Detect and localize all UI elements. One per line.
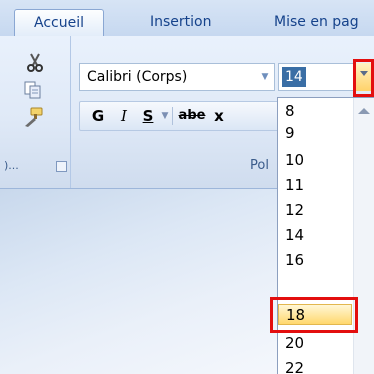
- separator: [172, 107, 173, 125]
- tab-accueil[interactable]: Accueil: [14, 9, 104, 37]
- underline-options-chevron-icon[interactable]: ▼: [160, 102, 170, 130]
- size-option-10[interactable]: 10: [278, 150, 352, 171]
- size-option-22[interactable]: 22: [278, 358, 352, 374]
- document-area: [0, 189, 277, 374]
- italic-button[interactable]: I: [114, 102, 134, 130]
- font-name-combobox[interactable]: Calibri (Corps) ▼: [79, 63, 275, 91]
- size-option-16[interactable]: 16: [278, 250, 352, 271]
- size-option-9[interactable]: 9: [278, 123, 352, 144]
- tab-mise-en-page[interactable]: Mise en pag: [264, 9, 369, 36]
- dialog-launcher-icon[interactable]: [56, 161, 67, 172]
- underline-button[interactable]: S: [138, 102, 158, 130]
- strikethrough-button[interactable]: abe: [174, 102, 210, 130]
- word-ribbon-window: Accueil Insertion Mise en pag )... Calib…: [0, 0, 374, 374]
- font-size-value: 14: [282, 67, 306, 87]
- format-painter-icon[interactable]: [22, 106, 44, 128]
- subscript-button[interactable]: x: [212, 102, 226, 130]
- size-option-20[interactable]: 20: [278, 333, 352, 354]
- highlight-box-size-18: [270, 297, 358, 333]
- copy-icon[interactable]: [22, 79, 44, 101]
- format-buttons-row: G I S ▼ abe x: [79, 101, 281, 131]
- ribbon-tabs-bar: Accueil Insertion Mise en pag: [0, 0, 374, 37]
- bold-button[interactable]: G: [88, 102, 108, 130]
- size-option-14[interactable]: 14: [278, 225, 352, 246]
- font-group-label: Pol: [250, 158, 269, 173]
- chevron-down-icon[interactable]: ▼: [256, 72, 274, 82]
- highlight-box-dropdown-arrow: [353, 59, 374, 97]
- scroll-up-arrow-icon[interactable]: [358, 108, 370, 114]
- tab-insertion[interactable]: Insertion: [140, 9, 221, 36]
- size-option-12[interactable]: 12: [278, 200, 352, 221]
- clipboard-group-label: )...: [4, 159, 19, 172]
- size-option-11[interactable]: 11: [278, 175, 352, 196]
- font-name-value: Calibri (Corps): [87, 69, 188, 85]
- font-size-combobox[interactable]: 14: [278, 63, 360, 91]
- scissors-icon[interactable]: [24, 52, 46, 74]
- size-option-8[interactable]: 8: [278, 101, 352, 122]
